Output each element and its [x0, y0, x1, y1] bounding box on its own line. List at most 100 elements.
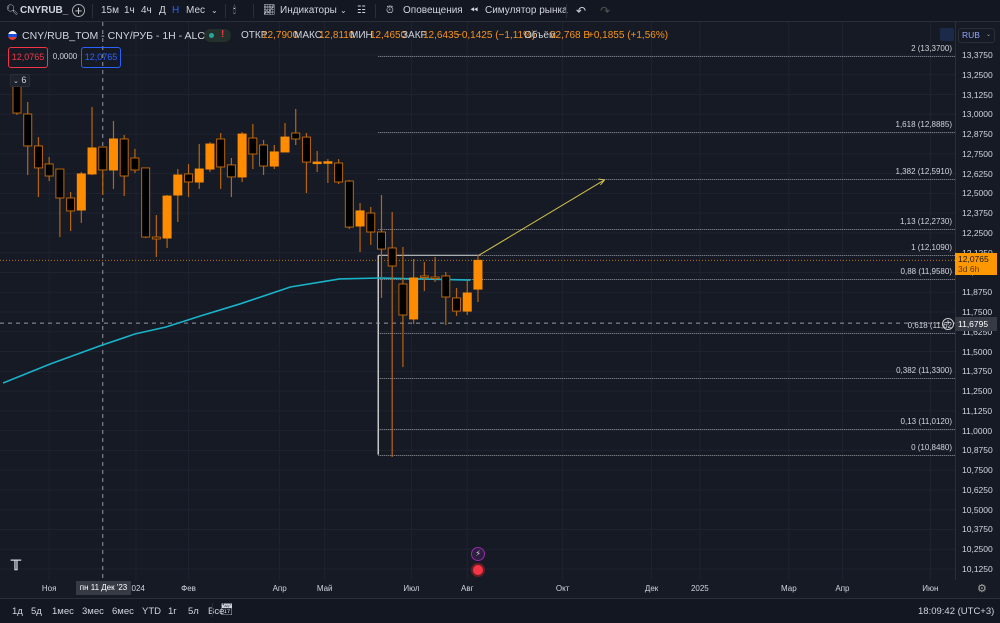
candle-down [55, 168, 65, 199]
fib-level-label: 2 (13,3700) [911, 43, 952, 53]
range-button[interactable]: 1г [168, 606, 177, 617]
interval-month[interactable]: Мес [186, 4, 205, 18]
price-tick-label: 10,5000 [962, 504, 993, 515]
price-tick-label: 13,1250 [962, 89, 993, 100]
range-button[interactable]: 5д [31, 606, 42, 617]
low-value: 12,4650 [370, 30, 407, 41]
price-tick-label: 11,3750 [962, 366, 993, 377]
range-button[interactable]: 3мес [82, 606, 104, 617]
gear-icon[interactable]: ⚙ [977, 582, 987, 595]
projection-arrow-line [478, 179, 605, 256]
layouts-grid-icon[interactable]: ☷ [357, 4, 366, 18]
undo-icon[interactable]: ↶ [576, 4, 586, 18]
current-price: 12,0765 [958, 254, 989, 264]
search-icon[interactable]: 🔍︎ [6, 4, 19, 18]
range-button[interactable]: 1мес [52, 606, 74, 617]
candle-up [237, 133, 247, 178]
price-axis[interactable] [955, 22, 1000, 580]
candle-up [280, 136, 290, 153]
candle-up [173, 174, 183, 196]
indicator-count: 6 [21, 75, 27, 85]
redo-icon[interactable]: ↷ [600, 4, 610, 18]
close-value: 12,6435 [423, 30, 460, 41]
chevron-down-icon: ⌄ [13, 78, 19, 85]
alarm-clock-icon[interactable]: ⏰︎ [386, 4, 394, 18]
range-button[interactable]: 5л [188, 606, 199, 617]
add-symbol-icon[interactable]: + [72, 4, 85, 17]
price-tick-label: 12,8750 [962, 129, 993, 140]
range-button[interactable]: YTD [142, 606, 161, 617]
go-to-date-calendar-icon[interactable]: 📅︎ [220, 603, 234, 616]
symbol-search[interactable]: CNYRUB_ [20, 4, 68, 18]
price-tick-label: 12,2500 [962, 227, 993, 238]
interval-15m[interactable]: 15м [101, 4, 119, 18]
candle-down [130, 157, 140, 171]
candle-down [366, 212, 376, 233]
crosshair-time-label: пн 11 Дек '23 [76, 581, 131, 595]
dividend-event-icon[interactable] [471, 563, 485, 577]
price-tick-label: 13,3750 [962, 50, 993, 60]
price-tick-label: 10,2500 [962, 544, 993, 555]
indicators-icon[interactable]: 📈︎ [263, 4, 276, 18]
alerts-button[interactable]: Оповещения [403, 4, 463, 18]
candle-down [452, 297, 462, 312]
replay-button[interactable]: Симулятор рынка [485, 4, 568, 18]
time-tick-label: Июл [403, 584, 420, 593]
time-tick-label: Апр [272, 584, 287, 593]
indicators-button[interactable]: Индикаторы [280, 4, 337, 18]
fib-level-label: 1 (12,1090) [911, 242, 952, 252]
price-tick-label: 13,0000 [962, 109, 993, 120]
price-tick-label: 11,2500 [962, 386, 993, 397]
buy-button[interactable]: 12,0765 [81, 47, 121, 68]
candle-down [387, 247, 397, 267]
price-tick-label: 10,3750 [962, 524, 993, 535]
symbol-title[interactable]: CNY/RUB_TOM - CNY/РУБ - 1H - ALOR [22, 30, 213, 42]
interval-week[interactable]: Н [172, 4, 179, 18]
candles-chart-type-icon[interactable]: 🕯︎ [233, 4, 236, 18]
clock[interactable]: 18:09:42 (UTC+3) [918, 606, 994, 617]
candle-down [141, 167, 151, 238]
candle-down [419, 275, 429, 278]
replay-icon[interactable]: ⏪︎ [470, 4, 478, 18]
price-tick-label: 10,6250 [962, 484, 993, 495]
candle-down [430, 276, 440, 280]
currency-dropdown[interactable]: RUB ⌄ [958, 28, 995, 43]
candle-up [194, 168, 204, 183]
chevron-down-icon: ⌄ [985, 32, 991, 38]
bar-countdown: 3d 6h [958, 264, 980, 274]
fib-level-label: 0,618 (11,62 [907, 320, 952, 330]
interval-1h[interactable]: 1ч [124, 4, 135, 18]
price-chart[interactable] [0, 22, 955, 598]
interval-day[interactable]: Д [159, 4, 166, 18]
time-tick-label: Окт [555, 584, 570, 593]
time-tick-label: Дек [644, 584, 659, 593]
fib-level-label: 1,13 (12,2730) [899, 216, 952, 226]
price-tick-label: 11,1250 [962, 405, 993, 416]
tradingview-logo[interactable]: 𝕋 [11, 557, 21, 574]
sell-button[interactable]: 12,0765 [8, 47, 48, 68]
candle-down [398, 283, 408, 316]
time-tick-label: Фев [181, 584, 196, 593]
interval-4h[interactable]: 4ч [141, 4, 152, 18]
open-value: 12,7900 [262, 30, 299, 41]
candle-down [119, 138, 129, 177]
time-tick-label: Авг [460, 584, 474, 593]
price-tick-label: 12,5000 [962, 188, 993, 199]
chevron-down-icon[interactable]: ⌄ [211, 4, 218, 18]
candle-up [409, 277, 419, 320]
price-tick-label: 12,7500 [962, 148, 993, 159]
chevron-down-icon[interactable]: ⌄ [340, 4, 347, 18]
candle-down [184, 173, 194, 183]
warning-icon: ! [221, 29, 225, 40]
lightning-event-icon[interactable]: ⚡︎ [471, 547, 485, 561]
candle-up [205, 143, 215, 170]
collapse-indicators-button[interactable]: ⌄ 6 [10, 74, 30, 87]
candle-up [323, 161, 333, 164]
auto-scale-icon[interactable] [940, 28, 954, 41]
range-button[interactable]: 1д [12, 606, 23, 617]
range-button[interactable]: 6мес [112, 606, 134, 617]
candle-up [462, 292, 472, 312]
crosshair-price-label: 11,6795 [955, 317, 997, 331]
candle-up [473, 259, 483, 290]
candle-down [334, 162, 344, 183]
